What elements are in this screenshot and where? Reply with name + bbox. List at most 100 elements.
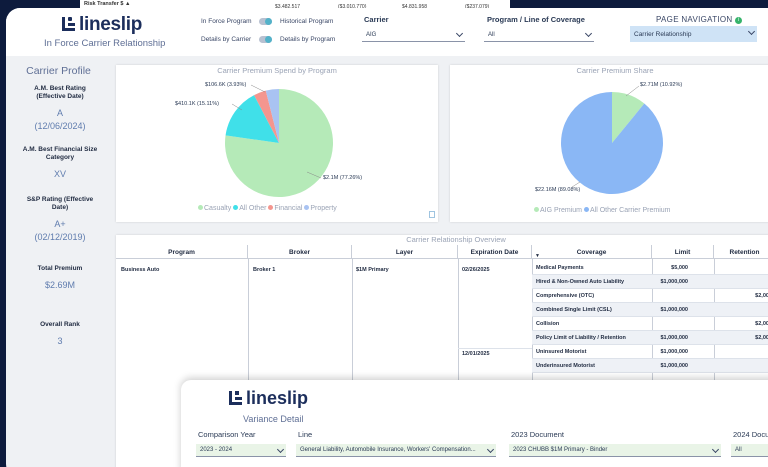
slice-label-aig: $2.71M (10.92%) <box>640 82 683 88</box>
pie2-legend: AIG Premium All Other Carrier Premium <box>534 207 670 214</box>
program-line-select[interactable]: All <box>484 28 594 42</box>
header: lineslip In Force Carrier Relationship I… <box>6 8 768 56</box>
cell-coverage: Collision <box>536 321 560 327</box>
cell-expiration-date: 12/01/2025 <box>462 351 490 357</box>
program-line-label: Program / Line of Coverage <box>487 15 585 24</box>
cell-retention: $2,000 <box>755 321 768 327</box>
info-icon[interactable]: i <box>735 17 743 24</box>
table-row[interactable]: Collision $2,000 <box>532 317 768 331</box>
comparison-year-value: 2023 - 2024 <box>200 447 233 453</box>
am-best-rating-label: A.M. Best Rating (Effective Date) <box>34 85 86 100</box>
col-header-limit[interactable]: Limit <box>652 245 714 259</box>
pie-slice-all-other-carrier-premium[interactable] <box>561 92 663 194</box>
page-subtitle: In Force Carrier Relationship <box>44 38 166 49</box>
cell-limit: $1,000,000 <box>660 363 688 369</box>
doc-2023-select[interactable]: 2023 CHUBB $1M Primary - Binder <box>509 444 721 457</box>
col-header-layer[interactable]: Layer <box>352 245 458 259</box>
table-row[interactable]: Combined Single Limit (CSL) $1,000,000 <box>532 303 768 317</box>
cell-limit: $1,000,000 <box>660 349 688 355</box>
col-header-program[interactable]: Program <box>116 245 248 259</box>
table-row[interactable]: Comprehensive (OTC) $2,000 <box>532 289 768 303</box>
overall-rank-value: 3 <box>57 336 63 346</box>
col-header-expiration-date[interactable]: Expiration Date <box>458 245 532 259</box>
lineslip-logo-icon <box>229 391 243 405</box>
cell-expiration-date: 02/26/2025 <box>462 267 490 273</box>
chevron-down-icon <box>584 29 593 38</box>
page-navigation-value: Carrier Relationship <box>634 31 692 38</box>
cell-layer: $1M Primary <box>356 267 389 273</box>
chevron-down-icon <box>455 29 464 38</box>
legend-all-other: All Other <box>233 205 266 212</box>
cell-coverage: Hired & Non-Owned Auto Liability <box>536 279 625 285</box>
slice-label-all-other-carrier: $22.16M (89.08%) <box>535 187 581 193</box>
page-navigation-select[interactable]: Carrier Relationship <box>630 26 757 42</box>
lineslip-logo-icon <box>62 17 76 31</box>
historical-program-label: Historical Program <box>280 18 334 25</box>
table-row[interactable]: Medical Payments $5,000 <box>532 261 768 275</box>
cell-coverage: Comprehensive (OTC) <box>536 293 595 299</box>
carrier-profile-panel: Carrier Profile A.M. Best Rating (Effect… <box>6 56 111 467</box>
details-toggle[interactable] <box>259 36 272 43</box>
logo-text: lineslip <box>246 388 309 408</box>
cell-broker: Broker 1 <box>253 267 276 273</box>
doc-2023-value: 2023 CHUBB $1M Primary - Binder <box>513 447 608 453</box>
cell-coverage: Underinsured Motorist <box>536 363 595 369</box>
variance-detail-panel: lineslip Variance Detail Comparison Year… <box>181 380 768 467</box>
line-label: Line <box>298 430 313 439</box>
sp-rating-value: A+ <box>54 219 66 229</box>
col-header-broker[interactable]: Broker <box>248 245 352 259</box>
table-row[interactable]: Policy Limit of Liability / Retention $1,… <box>532 331 768 345</box>
details-by-program-label: Details by Program <box>280 36 336 43</box>
table-row[interactable]: Uninsured Motorist $1,000,000 <box>532 345 768 359</box>
cell-limit: $5,000 <box>671 265 688 271</box>
slice-label-property: $106.6K (3.93%) <box>205 82 247 88</box>
legend-casualty: Casualty <box>198 205 231 212</box>
carrier-select[interactable]: AIG <box>362 28 465 42</box>
legend-financial: Financial <box>268 205 302 212</box>
carrier-label: Carrier <box>364 15 389 24</box>
cell-coverage: Medical Payments <box>536 265 584 271</box>
page-navigation-title: PAGE NAVIGATION i <box>656 15 743 24</box>
expand-icon[interactable] <box>429 211 435 218</box>
logo-text: lineslip <box>79 14 143 35</box>
table-row[interactable]: Underinsured Motorist $1,000,000 <box>532 359 768 373</box>
sp-rating-date: (02/12/2019) <box>34 232 86 242</box>
col-header-retention[interactable]: Retention <box>714 245 768 259</box>
comparison-year-select[interactable]: 2023 - 2024 <box>196 444 286 457</box>
premium-spend-by-program-card: Carrier Premium Spend by Program $106.6K… <box>116 65 438 222</box>
program-toggle[interactable] <box>259 18 272 25</box>
am-best-rating-value: A <box>56 108 63 118</box>
doc-2024-select[interactable]: All <box>731 444 768 457</box>
sp-rating-label: S&P Rating (Effective Date) <box>26 196 94 211</box>
lineslip-logo: lineslip <box>62 14 142 36</box>
page-navigation-label: PAGE NAVIGATION <box>656 15 733 24</box>
variance-subtitle: Variance Detail <box>243 414 304 424</box>
cell-retention: $2,000 <box>755 293 768 299</box>
table-row[interactable]: Hired & Non-Owned Auto Liability $1,000,0… <box>532 275 768 289</box>
doc-2024-value: All <box>735 447 742 453</box>
row-divider <box>458 348 532 349</box>
cell-coverage: Combined Single Limit (CSL) <box>536 307 612 313</box>
cell-coverage: Uninsured Motorist <box>536 349 587 355</box>
financial-size-value: XV <box>53 169 66 179</box>
legend-aig-premium: AIG Premium <box>534 207 582 214</box>
overall-rank-label: Overall Rank <box>40 321 80 328</box>
cell-program: Business Auto <box>121 267 160 273</box>
in-force-program-label: In Force Program <box>201 18 252 25</box>
risk-transfer-label: Risk Transfer $ ▲ <box>84 1 131 7</box>
sort-descending-icon: ▼ <box>535 253 540 259</box>
premium-share-card: Carrier Premium Share $2.71M (10.92%) $2… <box>450 65 768 222</box>
program-line-value: All <box>488 32 495 38</box>
carrier-relationship-dashboard: lineslip In Force Carrier Relationship I… <box>6 8 768 467</box>
line-select[interactable]: General Liability, Automobile Insurance,… <box>296 444 496 457</box>
line-value: General Liability, Automobile Insurance,… <box>300 447 476 453</box>
slice-label-casualty: $2.1M (77.26%) <box>323 175 363 181</box>
chevron-down-icon <box>747 27 756 36</box>
chart-title: Carrier Premium Spend by Program <box>217 66 337 75</box>
cell-limit: $1,000,000 <box>660 335 688 341</box>
carrier-value: AIG <box>366 32 377 38</box>
chart-title: Carrier Premium Share <box>576 66 654 75</box>
chevron-down-icon <box>486 445 495 454</box>
pie1-legend: Casualty All Other Financial Property <box>198 205 337 212</box>
col-header-coverage[interactable]: Coverage ▼ <box>532 245 652 259</box>
